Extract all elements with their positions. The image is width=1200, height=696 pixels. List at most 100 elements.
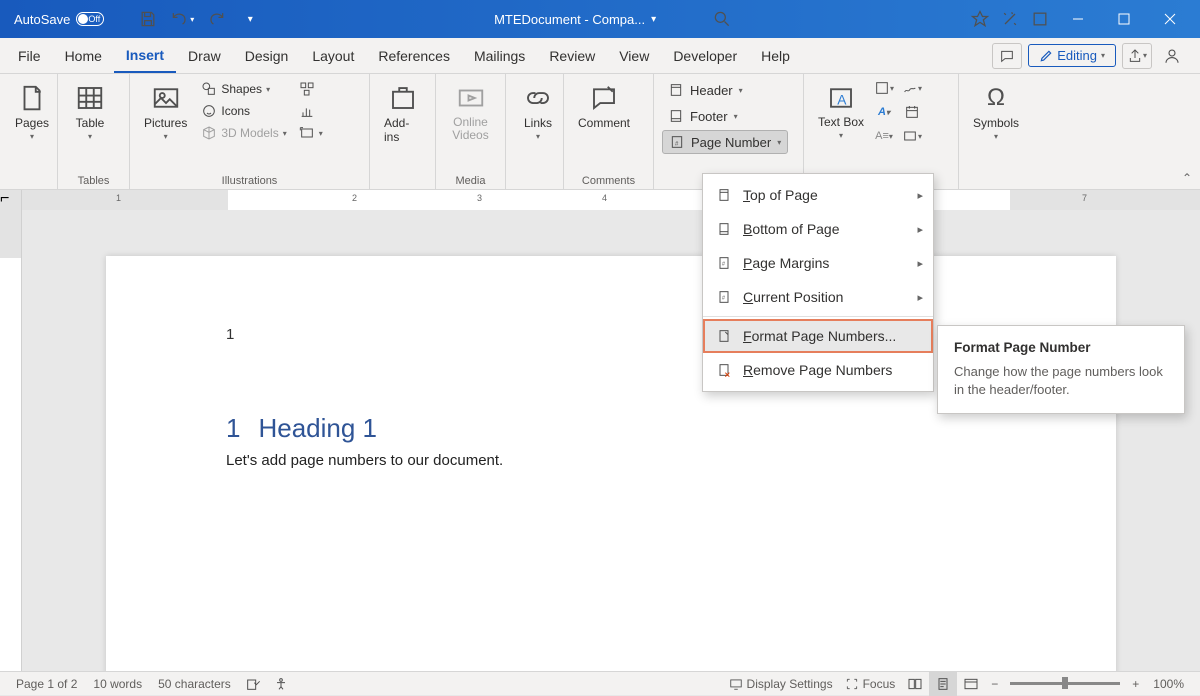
share-button[interactable]: ▾ [1122, 43, 1152, 69]
tab-developer[interactable]: Developer [661, 40, 749, 72]
drop-cap-button[interactable]: A≡▾ [874, 126, 894, 146]
autosave-toggle[interactable]: AutoSave Off [8, 12, 128, 27]
close-button[interactable] [1148, 0, 1192, 38]
premium-icon[interactable] [966, 5, 994, 33]
page-number-button[interactable]: #Page Number▾ [662, 130, 788, 154]
header-button[interactable]: Header▾ [662, 78, 788, 102]
datetime-button[interactable] [902, 102, 922, 122]
tab-layout[interactable]: Layout [300, 40, 366, 72]
pictures-button[interactable]: Pictures▾ [138, 78, 193, 145]
ribbon-tabs: File Home Insert Draw Design Layout Refe… [0, 38, 1200, 74]
status-page[interactable]: Page 1 of 2 [8, 677, 85, 691]
tab-mailings[interactable]: Mailings [462, 40, 537, 72]
document-area[interactable]: 1 1Heading 1 Let's add page numbers to o… [22, 210, 1200, 673]
table-button[interactable]: Table▾ [66, 78, 114, 145]
group-label-illustrations: Illustrations [138, 173, 361, 187]
chevron-right-icon: ▸ [917, 257, 923, 270]
menu-bottom-of-page[interactable]: Bottom of Page▸ [703, 212, 933, 246]
comment-icon [588, 82, 620, 114]
group-label-comments: Comments [572, 173, 645, 187]
tab-references[interactable]: References [366, 40, 462, 72]
menu-remove-page-numbers[interactable]: Remove Page Numbers [703, 353, 933, 387]
redo-button[interactable] [202, 5, 230, 33]
accessibility-button[interactable] [267, 672, 295, 696]
focus-button[interactable]: Focus [839, 672, 902, 696]
title-dropdown-icon[interactable]: ▾ [651, 14, 656, 25]
page-number-menu: Top of Page▸ Bottom of Page▸ #Page Margi… [702, 173, 934, 392]
tab-review[interactable]: Review [537, 40, 607, 72]
tab-file[interactable]: File [6, 40, 53, 72]
tab-draw[interactable]: Draw [176, 40, 233, 72]
save-button[interactable] [134, 5, 162, 33]
wordart-button[interactable]: A▾ [874, 102, 894, 122]
tab-design[interactable]: Design [233, 40, 301, 72]
quick-parts-button[interactable]: ▾ [874, 78, 894, 98]
footer-button[interactable]: Footer▾ [662, 104, 788, 128]
status-characters[interactable]: 50 characters [150, 677, 239, 691]
current-position-icon: # [715, 288, 733, 306]
symbols-button[interactable]: Ω Symbols▾ [967, 78, 1025, 145]
remove-icon [715, 361, 733, 379]
comment-button[interactable]: Comment [572, 78, 636, 134]
status-words[interactable]: 10 words [85, 677, 150, 691]
tooltip-title: Format Page Number [954, 340, 1168, 355]
chevron-right-icon: ▸ [917, 189, 923, 202]
page-icon [16, 82, 48, 114]
zoom-out-button[interactable]: − [985, 672, 1004, 696]
minimize-button[interactable] [1056, 0, 1100, 38]
vertical-ruler[interactable] [0, 210, 22, 673]
autosave-state: Off [88, 14, 100, 24]
ruler-corner: ⌐ [0, 190, 22, 210]
web-layout-button[interactable] [957, 672, 985, 696]
zoom-in-button[interactable]: + [1126, 672, 1145, 696]
pages-button[interactable]: Pages▾ [8, 78, 56, 145]
shapes-button[interactable]: Shapes▾ [197, 78, 290, 100]
read-mode-button[interactable] [901, 672, 929, 696]
icons-button[interactable]: Icons [197, 100, 290, 122]
tab-help[interactable]: Help [749, 40, 802, 72]
chart-button[interactable] [295, 100, 327, 122]
display-settings-button[interactable]: Display Settings [723, 672, 839, 696]
tooltip-body: Change how the page numbers look in the … [954, 363, 1168, 399]
links-button[interactable]: Links▾ [514, 78, 562, 145]
text-box-button[interactable]: A Text Box▾ [812, 78, 870, 144]
screenshot-button[interactable]: ▾ [295, 122, 327, 144]
object-button[interactable]: ▾ [902, 126, 922, 146]
3d-models-button[interactable]: 3D Models▾ [197, 122, 290, 144]
picture-icon [150, 82, 182, 114]
profile-icon[interactable] [1158, 47, 1186, 65]
tab-home[interactable]: Home [53, 40, 114, 72]
menu-format-page-numbers[interactable]: Format Page Numbers... [703, 319, 933, 353]
online-videos-button[interactable]: Online Videos [444, 78, 497, 146]
table-icon [74, 82, 106, 114]
page[interactable]: 1 1Heading 1 Let's add page numbers to o… [106, 256, 1116, 673]
signature-button[interactable]: ▾ [902, 78, 922, 98]
menu-current-position[interactable]: #Current Position▸ [703, 280, 933, 314]
addins-icon [387, 82, 419, 114]
tab-insert[interactable]: Insert [114, 39, 176, 73]
comments-button[interactable] [992, 43, 1022, 69]
addins-button[interactable]: Add-ins [378, 78, 427, 148]
title-bar: AutoSave Off ▾ ▾ MTEDocument - Compa... … [0, 0, 1200, 38]
horizontal-ruler[interactable]: ⌐ 1 2 3 4 7 [0, 190, 1200, 210]
heading-1: 1Heading 1 [226, 413, 996, 444]
zoom-level[interactable]: 100% [1145, 677, 1192, 691]
tab-view[interactable]: View [607, 40, 661, 72]
wand-icon[interactable] [996, 5, 1024, 33]
search-button[interactable] [708, 5, 736, 33]
smartart-button[interactable] [295, 78, 327, 100]
menu-top-of-page[interactable]: Top of Page▸ [703, 178, 933, 212]
menu-separator [703, 316, 933, 317]
body-paragraph: Let's add page numbers to our document. [226, 452, 996, 469]
spellcheck-button[interactable] [239, 672, 267, 696]
zoom-slider[interactable] [1010, 682, 1120, 685]
qat-dropdown[interactable]: ▾ [236, 5, 264, 33]
maximize-button[interactable] [1102, 0, 1146, 38]
editing-mode-button[interactable]: Editing ▾ [1028, 44, 1116, 67]
undo-button[interactable]: ▾ [168, 5, 196, 33]
print-layout-button[interactable] [929, 672, 957, 696]
account-icon[interactable] [1026, 5, 1054, 33]
link-icon [522, 82, 554, 114]
collapse-ribbon-icon[interactable]: ⌃ [1182, 171, 1192, 185]
menu-page-margins[interactable]: #Page Margins▸ [703, 246, 933, 280]
